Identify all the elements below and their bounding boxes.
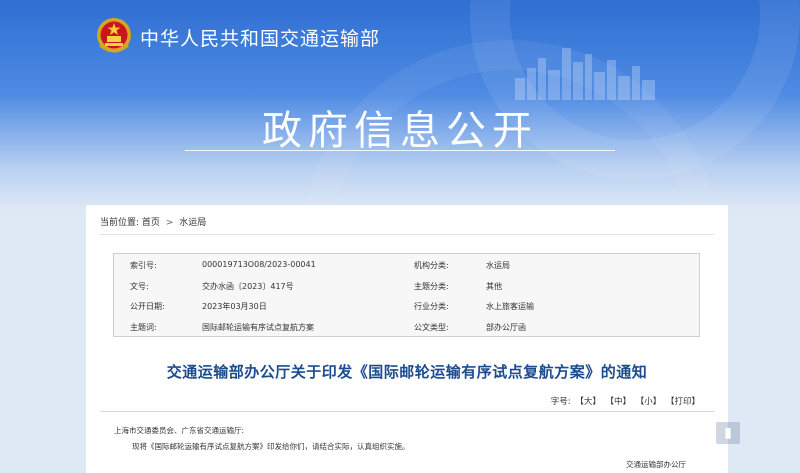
- metadata-label: 行业分类:: [414, 302, 449, 311]
- font-size-small-button[interactable]: 【小】: [636, 397, 662, 407]
- breadcrumb: 当前位置: 首页 > 水运局: [100, 215, 206, 228]
- breadcrumb-label: 当前位置:: [100, 218, 140, 228]
- metadata-row: 公开日期: 2023年03月30日 行业分类: 水上旅客运输: [114, 295, 699, 316]
- document-signature: 交通运输部办公厅: [626, 460, 686, 469]
- metadata-label: 主题分类:: [414, 281, 449, 291]
- font-size-bar: 字号: 【大】 【中】 【小】 【打印】: [551, 395, 700, 407]
- metadata-value: 水运局: [486, 261, 510, 270]
- side-float-icon[interactable]: ▮: [716, 422, 740, 444]
- metadata-value: 水上旅客运输: [486, 302, 534, 311]
- metadata-row: 文号: 交办水函〔2023〕417号 主题分类: 其他: [114, 275, 699, 296]
- metadata-label: 索引号:: [130, 261, 157, 270]
- metadata-label: 文号:: [130, 281, 149, 291]
- metadata-row: 主题词: 国际邮轮运输有序试点复航方案 公文类型: 部办公厅函: [114, 316, 699, 337]
- document-recipients: 上海市交通委员会、广东省交通运输厅:: [114, 426, 245, 435]
- metadata-label: 主题词:: [130, 322, 157, 332]
- national-emblem-icon: [97, 18, 131, 53]
- metadata-table: 索引号: 000019713O08/2023-00041 机构分类: 水运局 文…: [113, 253, 700, 337]
- metadata-value: 000019713O08/2023-00041: [202, 260, 316, 269]
- breadcrumb-divider: [100, 234, 714, 235]
- breadcrumb-home-link[interactable]: 首页: [142, 218, 160, 228]
- breadcrumb-separator: >: [165, 218, 174, 228]
- print-button[interactable]: 【打印】: [666, 397, 700, 407]
- content-panel: 当前位置: 首页 > 水运局 索引号: 000019713O08/2023-00…: [86, 205, 728, 473]
- page-title: 政府信息公开: [262, 108, 538, 154]
- metadata-label: 公开日期:: [130, 302, 165, 311]
- city-skyline-graphic: [515, 48, 655, 100]
- document-body-line: 现将《国际邮轮运输有序试点复航方案》印发给你们，请结合实际，认真组织实施。: [132, 442, 410, 451]
- font-size-medium-button[interactable]: 【中】: [606, 397, 632, 407]
- metadata-label: 机构分类:: [414, 261, 449, 270]
- metadata-label: 公文类型:: [414, 322, 449, 332]
- document-title: 交通运输部办公厅关于印发《国际邮轮运输有序试点复航方案》的通知: [166, 363, 648, 381]
- font-size-large-button[interactable]: 【大】: [575, 397, 601, 407]
- metadata-value: 2023年03月30日: [202, 302, 267, 311]
- font-size-label: 字号:: [550, 397, 571, 407]
- site-name[interactable]: 中华人民共和国交通运输部: [140, 24, 380, 51]
- metadata-value: 部办公厅函: [486, 322, 526, 332]
- title-divider: [185, 150, 615, 151]
- metadata-row: 索引号: 000019713O08/2023-00041 机构分类: 水运局: [114, 254, 699, 275]
- breadcrumb-section-link[interactable]: 水运局: [179, 218, 206, 228]
- metadata-value: 其他: [486, 281, 502, 291]
- content-divider: [100, 411, 714, 412]
- metadata-value: 国际邮轮运输有序试点复航方案: [202, 322, 314, 332]
- metadata-value: 交办水函〔2023〕417号: [202, 281, 294, 291]
